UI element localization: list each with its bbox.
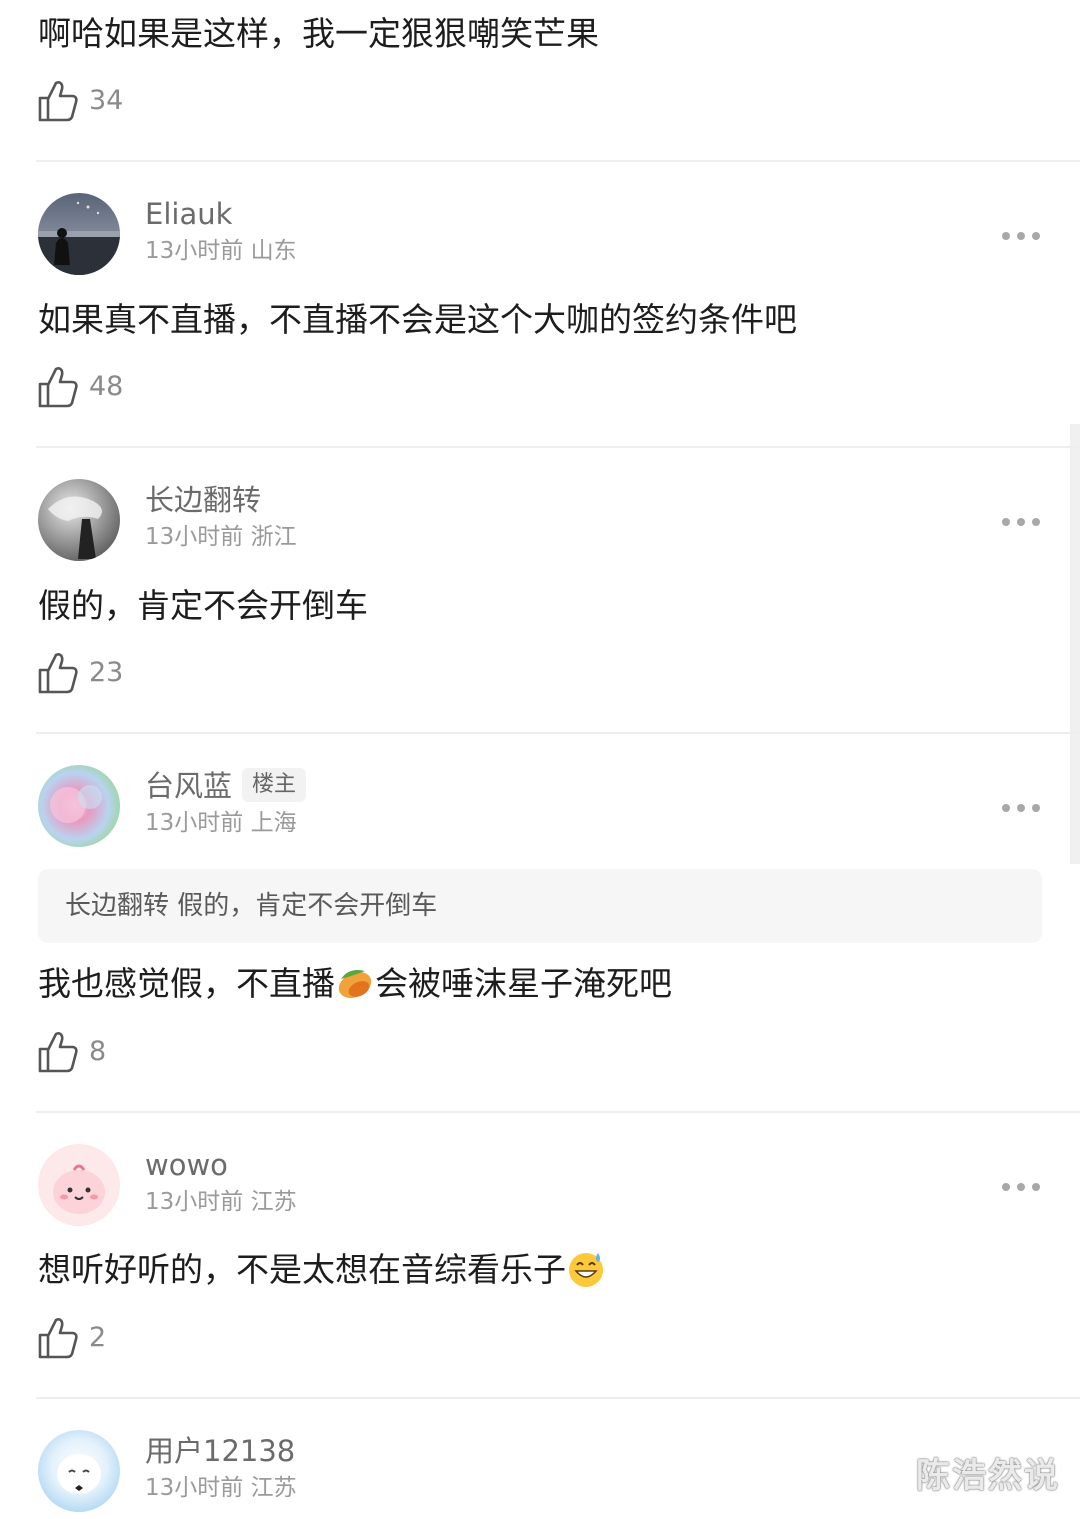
scrollbar[interactable] [1070, 424, 1080, 864]
username[interactable]: 长边翻转 [145, 482, 261, 518]
comment-text-part: 想听好听的，不是太想在音综看乐子 [38, 1250, 566, 1289]
username[interactable]: wowo [145, 1147, 228, 1183]
comment-text-part: 我也感觉假，不直播 [38, 964, 335, 1003]
thumbs-up-icon [38, 653, 78, 694]
divider [36, 446, 1080, 448]
location: 山东 [250, 238, 297, 264]
timestamp: 13小时前 [145, 1475, 244, 1501]
like-count: 23 [89, 657, 124, 688]
divider [36, 1397, 1080, 1399]
like-count: 2 [89, 1322, 107, 1353]
location: 上海 [250, 810, 297, 836]
avatar[interactable] [38, 1430, 120, 1512]
timestamp: 13小时前 [145, 524, 244, 550]
like-button[interactable]: 48 [38, 364, 123, 410]
like-button[interactable]: 23 [38, 650, 123, 696]
comment-meta: 13小时前 浙江 [145, 522, 297, 552]
more-options-button[interactable] [1002, 1177, 1042, 1197]
divider [36, 732, 1080, 734]
username-text[interactable]: 台风蓝 [145, 769, 232, 803]
avatar-pink-cartoon [53, 1164, 105, 1214]
mango-icon [338, 970, 372, 999]
divider [36, 160, 1080, 162]
avatar[interactable] [38, 1144, 120, 1226]
timestamp: 13小时前 [145, 1189, 244, 1215]
location: 江苏 [250, 1189, 297, 1215]
avatar-white-cartoon [57, 1454, 101, 1494]
divider [36, 1111, 1080, 1113]
avatar[interactable] [38, 193, 120, 275]
comment-text: 啊哈如果是这样，我一定狠狠嘲笑芒果 [38, 14, 599, 53]
thumbs-up-icon [38, 1032, 78, 1073]
quoted-text: 假的，肯定不会开倒车 [177, 891, 438, 921]
more-options-button[interactable] [1002, 798, 1042, 818]
username[interactable]: 用户12138 [145, 1433, 295, 1469]
like-count: 8 [89, 1036, 107, 1067]
like-count: 34 [89, 85, 124, 116]
username[interactable]: Eliauk [145, 196, 232, 232]
comment-meta: 13小时前 山东 [145, 236, 297, 266]
thumbs-up-icon [38, 1318, 78, 1359]
like-count: 48 [89, 371, 124, 402]
thumbs-up-icon [38, 367, 78, 408]
location: 江苏 [250, 1475, 297, 1501]
thumbs-up-icon [38, 81, 78, 122]
avatar[interactable] [38, 765, 120, 847]
avatar[interactable] [38, 479, 120, 561]
comment-meta: 13小时前 江苏 [145, 1187, 297, 1217]
location: 浙江 [250, 524, 297, 550]
username[interactable]: 台风蓝 楼主 [145, 768, 307, 805]
avatar-photo-seaside [38, 201, 120, 275]
comment-text: 假的，肯定不会开倒车 [38, 586, 368, 625]
like-button[interactable]: 34 [38, 78, 123, 124]
comment-meta: 13小时前 上海 [145, 808, 297, 838]
like-button[interactable]: 8 [38, 1029, 106, 1075]
avatar-pastel-gradient [50, 785, 102, 823]
quoted-reply[interactable]: 长边翻转 假的，肯定不会开倒车 [38, 869, 1042, 943]
owner-badge: 楼主 [242, 768, 307, 802]
grinning-sweat-emoji [569, 1253, 603, 1287]
like-button[interactable]: 2 [38, 1315, 106, 1361]
comment-text: 我也感觉假，不直播 会被唾沫星子淹死吧 [38, 962, 672, 1006]
more-options-button[interactable] [1002, 226, 1042, 246]
comment-text: 如果真不直播，不直播不会是这个大咖的签约条件吧 [38, 300, 797, 339]
comment-text-part: 会被唾沫星子淹死吧 [375, 964, 672, 1003]
timestamp: 13小时前 [145, 810, 244, 836]
timestamp: 13小时前 [145, 238, 244, 264]
avatar-photo-bw-smoke [48, 496, 102, 559]
more-options-button[interactable] [1002, 512, 1042, 532]
comment-text: 想听好听的，不是太想在音综看乐子 [38, 1248, 606, 1292]
comment-meta: 13小时前 江苏 [145, 1473, 297, 1503]
quoted-username: 长边翻转 [65, 891, 170, 921]
watermark: 陈浩然说 [916, 1456, 1060, 1496]
